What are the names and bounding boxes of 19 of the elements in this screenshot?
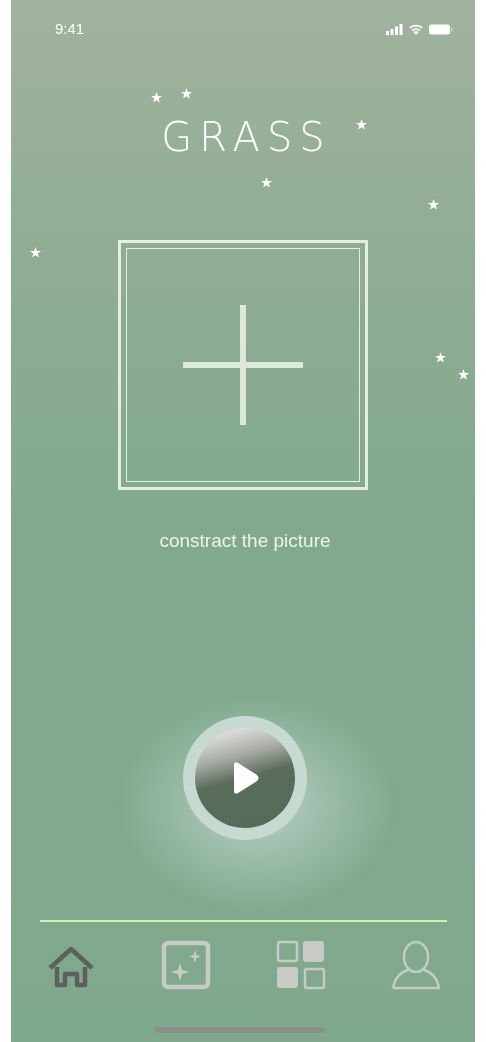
signal-icon bbox=[386, 23, 403, 35]
grid-icon bbox=[275, 940, 326, 990]
app-title: GRASS bbox=[160, 117, 332, 157]
caption-text: constract the picture bbox=[158, 530, 331, 552]
sparkle-icon bbox=[160, 940, 211, 990]
status-time: 9:41 bbox=[55, 20, 85, 37]
add-picture-button[interactable] bbox=[118, 240, 368, 490]
star-icon bbox=[181, 88, 192, 99]
wifi-icon bbox=[408, 23, 424, 35]
star-icon bbox=[30, 247, 41, 258]
star-icon bbox=[458, 369, 469, 380]
plus-icon bbox=[183, 305, 303, 425]
star-icon bbox=[261, 177, 272, 188]
star-icon bbox=[356, 119, 367, 130]
battery-icon bbox=[429, 23, 453, 35]
star-icon bbox=[428, 199, 439, 210]
star-icon bbox=[151, 92, 162, 103]
profile-icon bbox=[390, 940, 441, 990]
star-icon bbox=[435, 352, 446, 363]
